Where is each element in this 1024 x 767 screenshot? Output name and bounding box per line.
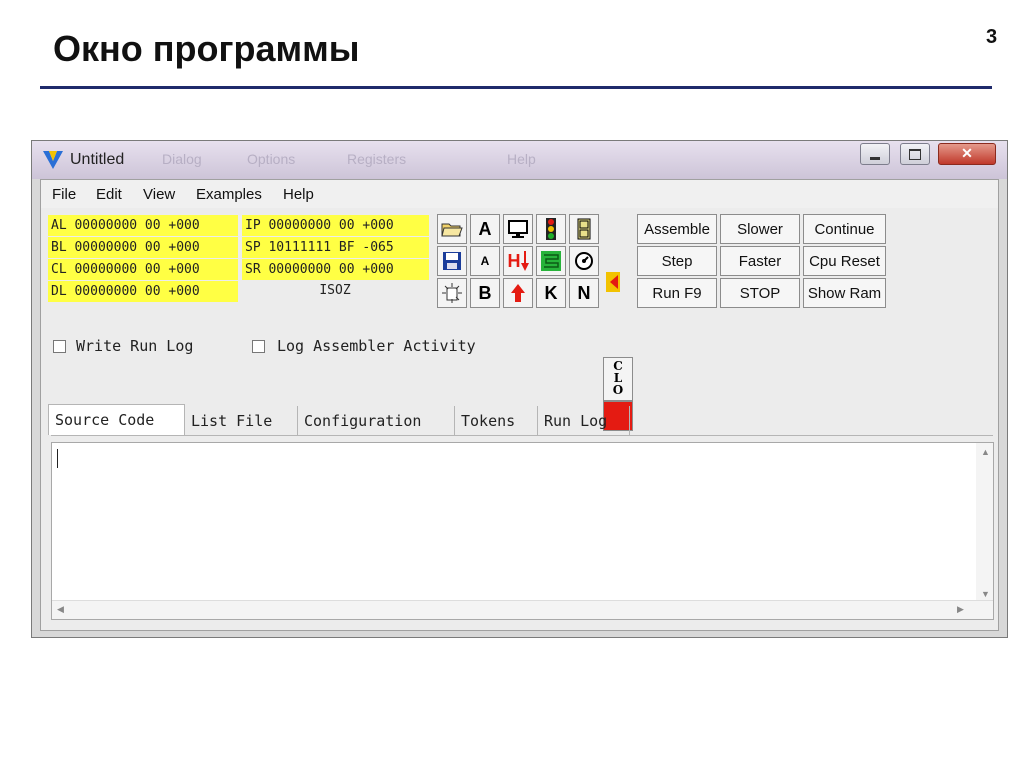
stepper-motor-button[interactable] [569,246,599,276]
snake-button[interactable] [536,246,566,276]
menu-help[interactable]: Help [283,186,314,203]
faded-title-2: Options [247,151,296,167]
scroll-up-icon[interactable]: ▲ [981,447,990,457]
n-button[interactable]: N [569,278,599,308]
letter-a-small-icon: A [480,254,490,268]
slower-button[interactable]: Slower [720,214,800,244]
new-file-button[interactable] [437,278,467,308]
maximize-icon [909,149,921,160]
speaker-icon [606,272,620,292]
ascii-small-button[interactable]: A [470,246,500,276]
letter-k-icon: K [544,282,558,303]
open-file-button[interactable] [437,214,467,244]
write-run-log-checkbox[interactable] [53,340,66,353]
title-bar[interactable]: Untitled Dialog Options Registers Help ✕ [32,141,1007,179]
seven-segment-icon [577,218,591,240]
assemble-button[interactable]: Assemble [637,214,717,244]
menu-edit[interactable]: Edit [96,186,122,203]
close-button[interactable]: ✕ [938,143,996,165]
status-flags: ISOZ [319,283,351,298]
text-caret [57,449,58,468]
ascii-big-button[interactable]: A [470,214,500,244]
slide-page-number: 3 [986,26,998,48]
faded-title-1: Dialog [162,151,202,167]
hi-icon: H [508,251,529,272]
register-sp: SP 10111111 BF -065 [242,237,429,258]
menu-bar: File Edit View Examples Help [41,180,998,208]
client-area: File Edit View Examples Help AL 00000000… [40,179,999,631]
minimize-button[interactable] [860,143,890,165]
k-button[interactable]: K [536,278,566,308]
up-arrow-button[interactable] [503,278,533,308]
maximize-button[interactable] [900,143,930,165]
register-bl: BL 00000000 00 +000 [48,237,238,258]
scroll-right-icon[interactable]: ▶ [957,604,964,615]
window-title: Untitled [70,151,125,168]
show-ram-button[interactable]: Show Ram [803,278,886,308]
red-up-arrow-icon [511,284,525,302]
sparkle-new-icon [442,283,462,303]
log-assembler-label: Log Assembler Activity [277,337,476,355]
tab-run-log[interactable]: Run Log [538,406,630,435]
letter-a-icon: A [478,218,492,239]
minimize-icon [870,157,880,160]
register-ip: IP 00000000 00 +000 [242,215,429,236]
faster-button[interactable]: Faster [720,246,800,276]
slide-title: Окно программы [53,28,360,69]
tab-configuration[interactable]: Configuration [298,406,455,435]
traffic-light-icon [546,218,556,240]
title-underline [40,86,992,89]
seven-segment-button[interactable] [569,214,599,244]
register-al: AL 00000000 00 +000 [48,215,238,236]
scroll-left-icon[interactable]: ◀ [57,604,64,615]
letter-b-icon: B [478,282,492,303]
faded-title-4: Help [507,151,536,167]
register-cl: CL 00000000 00 +000 [48,259,238,280]
cpu-reset-button[interactable]: Cpu Reset [803,246,886,276]
clo-button[interactable]: C L O [603,357,633,401]
horizontal-scrollbar[interactable]: ◀ ▶ [52,600,993,619]
register-sr: SR 00000000 00 +000 [242,259,429,280]
green-maze-icon [541,251,561,271]
stop-button[interactable]: STOP [720,278,800,308]
run-button[interactable]: Run F9 [637,278,717,308]
write-run-log-label: Write Run Log [76,337,194,355]
heater-button[interactable]: H [503,246,533,276]
tab-strip-line [51,435,993,436]
monitor-icon [508,220,528,238]
menu-examples[interactable]: Examples [196,186,262,203]
save-button[interactable] [437,246,467,276]
folder-open-icon [441,223,463,237]
log-assembler-checkbox[interactable] [252,340,265,353]
step-button[interactable]: Step [637,246,717,276]
traffic-lights-button[interactable] [536,214,566,244]
display-button[interactable] [503,214,533,244]
motor-dial-icon [575,252,593,270]
close-icon: ✕ [961,145,973,161]
floppy-disk-icon [443,252,461,270]
tab-source-code[interactable]: Source Code [48,404,185,435]
tab-tokens[interactable]: Tokens [455,406,538,435]
menu-view[interactable]: View [143,186,175,203]
continue-button[interactable]: Continue [803,214,886,244]
register-dl: DL 00000000 00 +000 [48,281,238,302]
tab-list-file[interactable]: List File [185,406,298,435]
b-button[interactable]: B [470,278,500,308]
letter-n-icon: N [577,282,591,303]
menu-file[interactable]: File [52,186,76,203]
source-editor[interactable]: ▲ ▼ ◀ ▶ [51,442,994,620]
app-logo-icon [43,151,63,169]
app-window: Untitled Dialog Options Registers Help ✕… [31,140,1008,638]
faded-title-3: Registers [347,151,407,167]
vertical-scrollbar[interactable]: ▲ ▼ [976,443,993,601]
clo-letter-o: O [612,383,624,397]
scroll-down-icon[interactable]: ▼ [981,589,990,599]
